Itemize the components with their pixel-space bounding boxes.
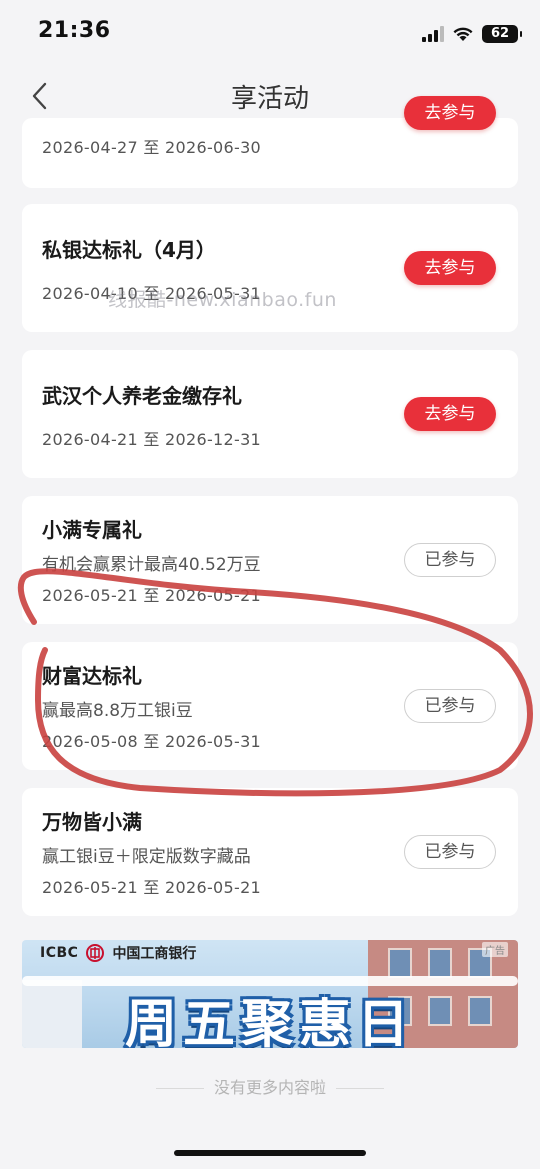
cellular-signal-icon bbox=[422, 26, 444, 42]
activity-card[interactable]: 财富达标礼 赢最高8.8万工银i豆 2026-05-08 至 2026-05-3… bbox=[22, 642, 518, 770]
joined-button[interactable]: 已参与 bbox=[404, 689, 496, 723]
status-bar: 21:36 62 bbox=[0, 0, 540, 64]
wifi-icon bbox=[453, 27, 473, 41]
activity-title: 小满专属礼 bbox=[42, 518, 142, 542]
activity-title: 万物皆小满 bbox=[42, 810, 142, 834]
activity-title: 私银达标礼（4月） bbox=[42, 238, 216, 262]
join-button[interactable]: 去参与 bbox=[404, 251, 496, 285]
divider-right bbox=[336, 1088, 384, 1089]
activity-date: 2026-04-21 至 2026-12-31 bbox=[42, 430, 262, 449]
status-icons: 62 bbox=[422, 22, 522, 46]
brand-text: ICBC bbox=[40, 945, 79, 961]
activity-card[interactable]: 小满专属礼 有机会赢累计最高40.52万豆 2026-05-21 至 2026-… bbox=[22, 496, 518, 624]
activity-title: 武汉个人养老金缴存礼 bbox=[42, 384, 242, 408]
joined-button[interactable]: 已参与 bbox=[404, 543, 496, 577]
activity-card[interactable]: 万物皆小满 赢工银i豆＋限定版数字藏品 2026-05-21 至 2026-05… bbox=[22, 788, 518, 916]
bank-name: 中国工商银行 bbox=[112, 946, 197, 962]
activity-date: 2026-05-21 至 2026-05-21 bbox=[42, 878, 262, 897]
activity-subtitle: 赢工银i豆＋限定版数字藏品 bbox=[42, 847, 251, 867]
activity-card[interactable]: 武汉个人养老金缴存礼 2026-04-21 至 2026-12-31 去参与 bbox=[22, 350, 518, 478]
activity-title: 财富达标礼 bbox=[42, 664, 142, 688]
banner-headline: 周五聚惠日 bbox=[124, 995, 415, 1048]
no-more-text: 没有更多内容啦 bbox=[213, 1078, 326, 1097]
activity-subtitle: 赢最高8.8万工银i豆 bbox=[42, 701, 193, 721]
activity-date: 2026-05-21 至 2026-05-21 bbox=[42, 586, 262, 605]
activity-card[interactable]: 私银达标礼（4月） 2026-04-10 至 2026-05-31 去参与 bbox=[22, 204, 518, 332]
home-indicator[interactable] bbox=[174, 1150, 366, 1156]
divider-left bbox=[155, 1088, 204, 1089]
activity-card[interactable]: 2026-04-27 至 2026-06-30 去参与 bbox=[22, 96, 518, 188]
join-button[interactable]: 去参与 bbox=[404, 397, 496, 431]
activity-subtitle: 有机会赢累计最高40.52万豆 bbox=[42, 555, 261, 575]
activity-date: 2026-05-08 至 2026-05-31 bbox=[42, 732, 262, 751]
icbc-logo-icon bbox=[86, 944, 105, 962]
watermark-text: 线报酷-new.xianbao.fun bbox=[108, 289, 337, 311]
ad-tag: 广告 bbox=[482, 942, 508, 957]
ad-banner[interactable]: ICBC 中国工商银行 广告 周五聚惠日 bbox=[22, 940, 518, 1048]
no-more-footer: 没有更多内容啦 bbox=[0, 1074, 540, 1098]
bank-logo: ICBC 中国工商银行 bbox=[40, 942, 196, 964]
activity-date: 2026-04-27 至 2026-06-30 bbox=[42, 138, 262, 157]
status-time: 21:36 bbox=[38, 18, 111, 43]
joined-button[interactable]: 已参与 bbox=[404, 835, 496, 869]
join-button[interactable]: 去参与 bbox=[404, 96, 496, 130]
battery-icon: 62 bbox=[482, 25, 522, 43]
